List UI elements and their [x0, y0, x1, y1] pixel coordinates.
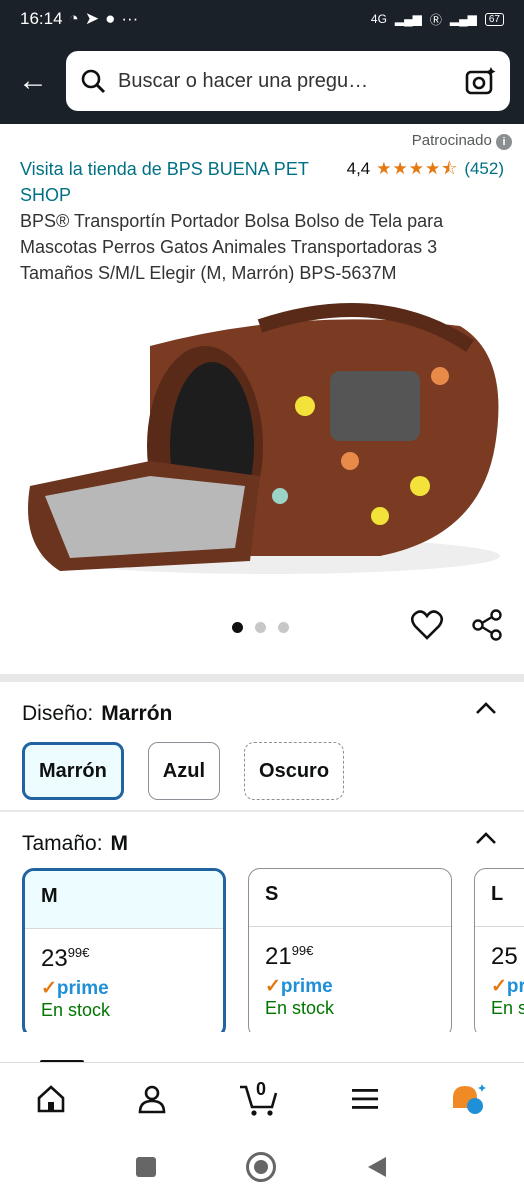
product-title: BPS® Transportín Portador Bolsa Bolso de…	[20, 211, 444, 283]
size-price: 2199€	[265, 943, 314, 970]
sim-icon: Ⓡ	[429, 12, 442, 27]
share-icon[interactable]	[470, 608, 504, 642]
telegram-icon: ➤	[84, 9, 100, 28]
home-icon[interactable]	[35, 1083, 67, 1115]
design-option-marron[interactable]: Marrón	[22, 742, 124, 800]
signal-icon-2: ▂▄▆	[449, 12, 477, 26]
pet-carrier-image	[28, 303, 500, 574]
rating-count[interactable]: (452)	[464, 156, 504, 182]
stock-status: En stock	[41, 1000, 111, 1020]
carousel-dots[interactable]	[232, 622, 289, 633]
store-link[interactable]: Visita la tienda de BPS BUENA PET SHOP	[20, 156, 310, 208]
status-bar: 16:14 ◔ ➤ ● ··· 4G ▂▄▆ Ⓡ ▂▄▆ 67	[0, 0, 524, 38]
home-button[interactable]	[246, 1152, 276, 1182]
prime-badge: ✓prime	[41, 978, 109, 999]
rating-summary[interactable]: 4,4 ★★★★⯪ (452)	[347, 156, 504, 208]
carousel-dot[interactable]	[255, 622, 266, 633]
more-icon: ···	[121, 9, 139, 28]
clock: 16:14	[20, 9, 63, 28]
design-label: Diseño: Marrón	[22, 702, 173, 725]
whatsapp-icon: ◔	[68, 9, 79, 28]
sponsored-label[interactable]: Patrocinado i	[0, 124, 524, 156]
star-rating-icon: ★★★★⯪	[376, 159, 459, 178]
account-icon[interactable]	[136, 1083, 168, 1115]
menu-icon[interactable]	[350, 1086, 380, 1112]
size-selected: M	[110, 832, 129, 855]
carousel-dot[interactable]	[232, 622, 243, 633]
battery-icon: 67	[484, 12, 504, 26]
search-input[interactable]: Buscar o hacer una pregu…	[118, 70, 452, 93]
size-card-m[interactable]: M 2399€ ✓prime En stock	[22, 868, 226, 1032]
cart-count: 0	[255, 1078, 266, 1099]
size-card-s[interactable]: S 2199€ ✓prime En stock	[248, 868, 452, 1032]
rating-value: 4,4	[346, 159, 371, 178]
chevron-up-icon[interactable]	[474, 830, 498, 846]
chat-icon: ●	[105, 9, 116, 28]
signal-icon: ▂▄▆	[394, 12, 422, 26]
carousel-dot[interactable]	[278, 622, 289, 633]
heart-icon[interactable]	[410, 608, 444, 642]
search-bar[interactable]: Buscar o hacer una pregu…	[66, 51, 510, 111]
cart-button[interactable]: 0	[238, 1078, 280, 1117]
size-price: 2399€	[41, 945, 90, 972]
size-name: L	[475, 869, 524, 927]
recents-button[interactable]	[136, 1157, 156, 1177]
top-bar: ← Buscar o hacer una pregu…	[0, 38, 524, 124]
size-card-l[interactable]: L 25 ✓pri En s	[474, 868, 524, 1032]
stock-status: En stock	[265, 998, 335, 1018]
design-option-azul[interactable]: Azul	[147, 742, 221, 800]
network-label: 4G	[370, 12, 387, 26]
size-name: M	[25, 871, 223, 929]
search-icon	[81, 69, 106, 94]
stock-status: En s	[491, 998, 524, 1018]
chevron-up-icon[interactable]	[474, 700, 498, 716]
size-price: 25	[491, 943, 518, 970]
design-selected: Marrón	[101, 702, 173, 725]
bottom-nav: 0	[0, 1062, 524, 1134]
rufus-assistant-icon[interactable]	[449, 1082, 489, 1116]
back-arrow-icon[interactable]: ←	[18, 64, 66, 98]
design-option-oscuro[interactable]: Oscuro	[244, 742, 345, 800]
prime-badge: ✓prime	[265, 976, 333, 997]
info-icon[interactable]: i	[496, 134, 512, 150]
product-image-carousel[interactable]	[0, 286, 524, 641]
size-name: S	[249, 869, 451, 927]
divider	[0, 674, 524, 682]
camera-icon[interactable]	[464, 65, 496, 97]
size-label: Tamaño: M	[22, 832, 129, 855]
system-nav	[0, 1134, 524, 1200]
back-button[interactable]	[366, 1155, 388, 1179]
prime-badge: ✓pri	[491, 976, 524, 997]
